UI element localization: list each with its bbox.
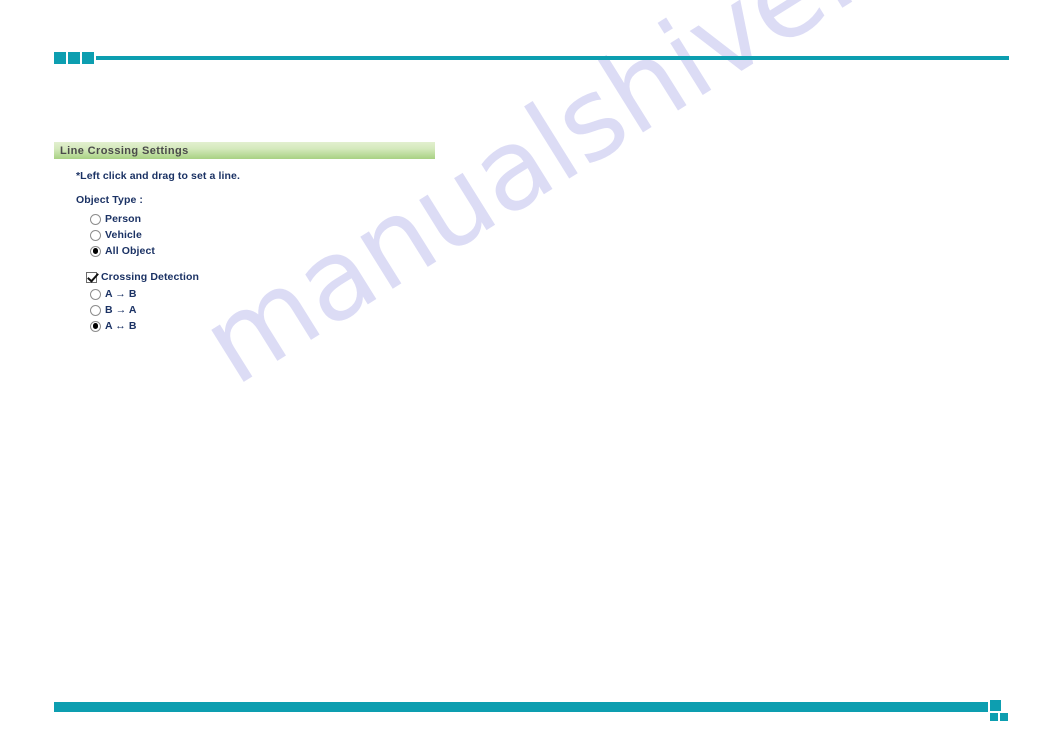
radio-label: Vehicle	[105, 229, 142, 241]
radio-option-person[interactable]: Person	[90, 211, 436, 227]
radio-option-a-to-b[interactable]: A → B	[90, 286, 436, 302]
checkbox-label: Crossing Detection	[101, 271, 200, 283]
section-title: Line Crossing Settings	[60, 144, 189, 157]
radio-icon-selected[interactable]	[90, 320, 101, 332]
checkbox-crossing-detection[interactable]: Crossing Detection	[76, 269, 436, 285]
checkbox-icon-checked[interactable]	[86, 271, 97, 283]
hint-text: *Left click and drag to set a line.	[76, 170, 240, 182]
radio-icon[interactable]	[90, 213, 101, 225]
crossing-direction-radio-group: A → B B → A A ↔ B	[76, 286, 436, 334]
radio-option-vehicle[interactable]: Vehicle	[90, 227, 436, 243]
radio-option-all-object[interactable]: All Object	[90, 243, 436, 259]
line-crossing-settings-form: *Left click and drag to set a line. Obje…	[76, 170, 436, 344]
radio-option-a-both-b[interactable]: A ↔ B	[90, 318, 436, 334]
object-type-radio-group: Person Vehicle All Object	[76, 211, 436, 259]
radio-icon[interactable]	[90, 288, 101, 300]
radio-label: Person	[105, 213, 142, 225]
radio-icon[interactable]	[90, 304, 101, 316]
radio-option-b-to-a[interactable]: B → A	[90, 302, 436, 318]
section-header-line-crossing-settings: Line Crossing Settings	[54, 142, 435, 159]
radio-label: A ↔ B	[105, 320, 137, 332]
main-content: Line Crossing Settings *Left click and d…	[0, 0, 1063, 748]
radio-icon[interactable]	[90, 229, 101, 241]
radio-label: All Object	[105, 245, 156, 257]
radio-icon-selected[interactable]	[90, 245, 101, 257]
radio-label: A → B	[105, 288, 137, 300]
object-type-label: Object Type :	[76, 194, 144, 206]
radio-label: B → A	[105, 304, 137, 316]
